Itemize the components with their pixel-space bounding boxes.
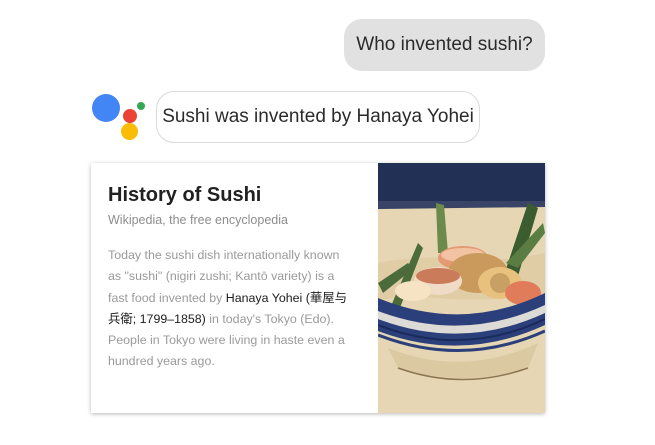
logo-green-dot	[137, 102, 145, 110]
user-message-bubble: Who invented sushi?	[344, 19, 545, 71]
logo-blue-dot	[92, 94, 120, 122]
logo-red-dot	[123, 109, 137, 123]
result-card[interactable]: History of Sushi Wikipedia, the free enc…	[91, 163, 545, 413]
assistant-response-text: Sushi was invented by Hanaya Yohei	[162, 106, 474, 127]
sushi-painting-image	[378, 163, 545, 413]
logo-yellow-dot	[121, 123, 138, 140]
card-title: History of Sushi	[108, 184, 262, 206]
google-assistant-icon	[92, 90, 146, 144]
card-text-column: History of Sushi Wikipedia, the free enc…	[91, 163, 378, 413]
user-message-text: Who invented sushi?	[356, 34, 533, 55]
card-source: Wikipedia, the free encyclopedia	[108, 213, 288, 227]
card-body: Today the sushi dish internationally kno…	[108, 245, 354, 373]
assistant-response-bubble: Sushi was invented by Hanaya Yohei	[156, 91, 480, 143]
